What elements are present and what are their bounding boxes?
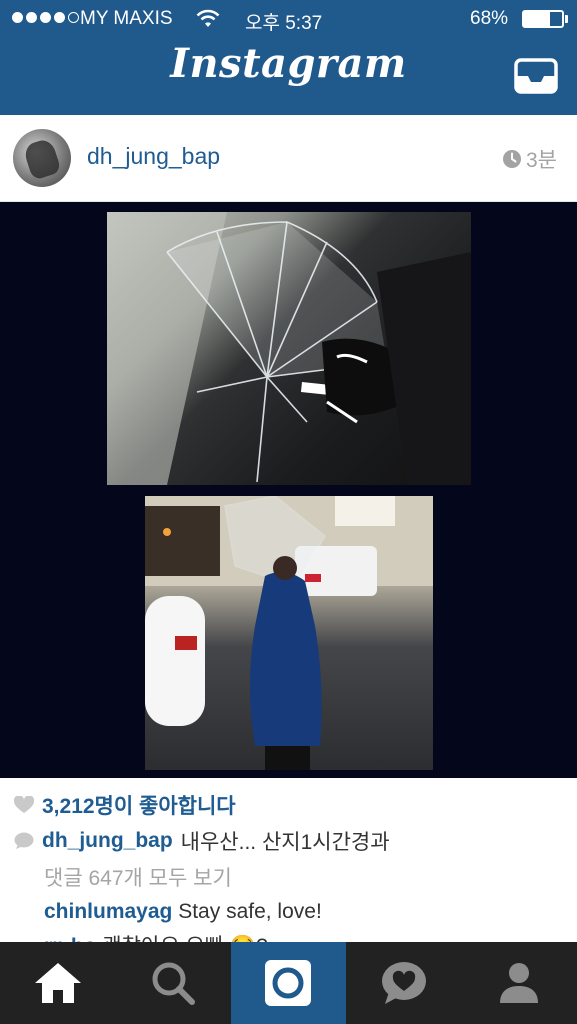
clock-icon xyxy=(503,150,521,168)
signal-dot xyxy=(26,12,37,23)
home-icon xyxy=(34,963,81,1003)
heart-icon xyxy=(14,796,34,813)
status-bar: MY MAXIS 오후 5:37 68% xyxy=(0,0,577,38)
camera-icon xyxy=(265,960,312,1006)
wifi-icon xyxy=(196,9,220,27)
app-header: MY MAXIS 오후 5:37 68% Instagram xyxy=(0,0,577,115)
clock-time: 오후 5:37 xyxy=(245,13,323,34)
explore-tab[interactable] xyxy=(115,942,230,1024)
caption-text: 내우산... 산지1시간경과 xyxy=(180,831,390,854)
caption-row: dh_jung_bap 내우산... 산지1시간경과 xyxy=(14,826,390,856)
caption-username[interactable]: dh_jung_bap xyxy=(42,829,173,853)
person-with-umbrella-photo xyxy=(145,496,433,770)
profile-tab[interactable] xyxy=(462,942,577,1024)
activity-tab[interactable] xyxy=(346,942,461,1024)
broken-umbrella-photo xyxy=(107,212,471,485)
avatar[interactable] xyxy=(13,129,71,187)
inbox-icon[interactable] xyxy=(514,56,558,96)
battery-percent: 68% xyxy=(470,8,509,29)
heart-bubble-icon xyxy=(381,962,426,1004)
signal-strength xyxy=(12,12,79,23)
home-tab[interactable] xyxy=(0,942,115,1024)
likes-row[interactable]: 3,212명이 좋아합니다 xyxy=(14,790,236,820)
battery-fill xyxy=(524,12,550,26)
profile-icon xyxy=(500,963,539,1003)
signal-dot-empty xyxy=(68,12,79,23)
post-time: 3분 xyxy=(502,144,557,174)
comment-item: chinlumayag Stay safe, love! xyxy=(44,900,322,924)
post-username[interactable]: dh_jung_bap xyxy=(87,143,220,170)
battery-icon xyxy=(522,10,564,28)
comment-text: Stay safe, love! xyxy=(178,900,322,923)
signal-dot xyxy=(40,12,51,23)
app-logo: Instagram xyxy=(170,40,407,87)
comment-username[interactable]: chinlumayag xyxy=(44,900,172,923)
likes-count[interactable]: 3,212명이 좋아합니다 xyxy=(42,790,236,820)
comment-icon xyxy=(14,832,34,849)
tab-bar xyxy=(0,942,577,1024)
camera-tab[interactable] xyxy=(230,942,347,1024)
battery-tip xyxy=(565,15,568,23)
carrier-name: MY MAXIS xyxy=(80,8,173,29)
signal-dot xyxy=(12,12,23,23)
post-header: dh_jung_bap 3분 xyxy=(0,115,577,202)
view-all-comments-link[interactable]: 댓글 647개 모두 보기 xyxy=(44,862,232,892)
signal-dot xyxy=(54,12,65,23)
search-icon xyxy=(152,962,196,1005)
post-photo[interactable] xyxy=(0,202,577,778)
post-time-text: 3분 xyxy=(526,149,557,172)
